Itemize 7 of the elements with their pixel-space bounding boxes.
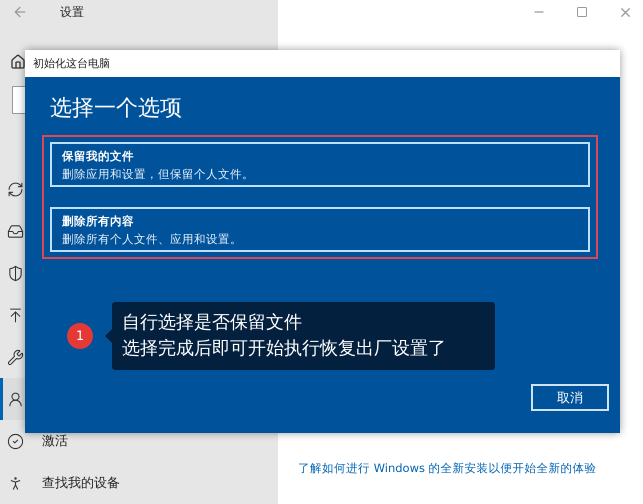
- dialog-title: 初始化这台电脑: [25, 50, 620, 77]
- callout-text: 自行选择是否保留文件: [122, 311, 303, 335]
- dialog-heading: 选择一个选项: [50, 95, 183, 123]
- callout-text: 选择完成后即可开始执行恢复出厂设置了: [122, 337, 447, 361]
- sidebar-label: 激活: [42, 433, 68, 450]
- window-title: 设置: [60, 4, 84, 20]
- sidebar-label: 查找我的设备: [42, 475, 120, 492]
